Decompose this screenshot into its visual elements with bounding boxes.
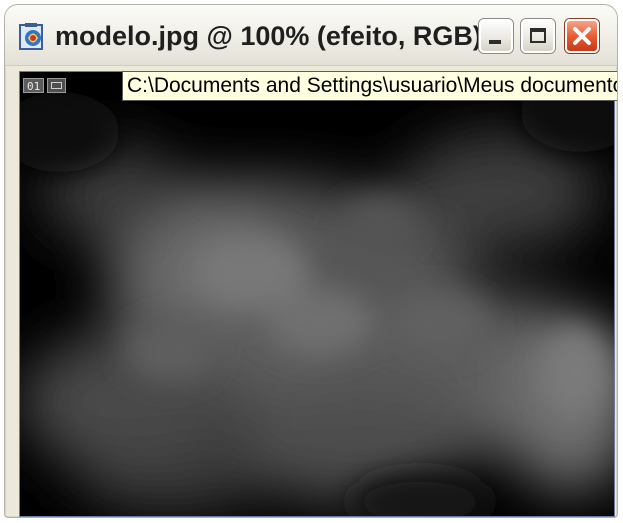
close-icon <box>573 27 591 45</box>
maximize-button[interactable] <box>521 19 555 53</box>
minimize-icon <box>489 40 501 44</box>
document-window: modelo.jpg @ 100% (efeito, RGB) 01 C:\Do… <box>4 4 618 518</box>
file-path-tooltip: C:\Documents and Settings\usuario\Meus d… <box>122 71 617 101</box>
clouds-render-image <box>20 72 614 516</box>
minimize-button[interactable] <box>479 19 513 53</box>
photoshop-document-icon[interactable] <box>17 22 49 52</box>
maximize-icon <box>530 28 546 43</box>
close-button[interactable] <box>565 19 599 53</box>
title-bar[interactable]: modelo.jpg @ 100% (efeito, RGB) <box>5 5 617 66</box>
layer-thumbnail-icon <box>47 78 67 93</box>
layer-number: 01 <box>23 78 45 93</box>
window-title: modelo.jpg @ 100% (efeito, RGB) <box>55 21 482 51</box>
layer-indicator: 01 <box>23 78 67 93</box>
image-canvas[interactable] <box>19 71 615 517</box>
